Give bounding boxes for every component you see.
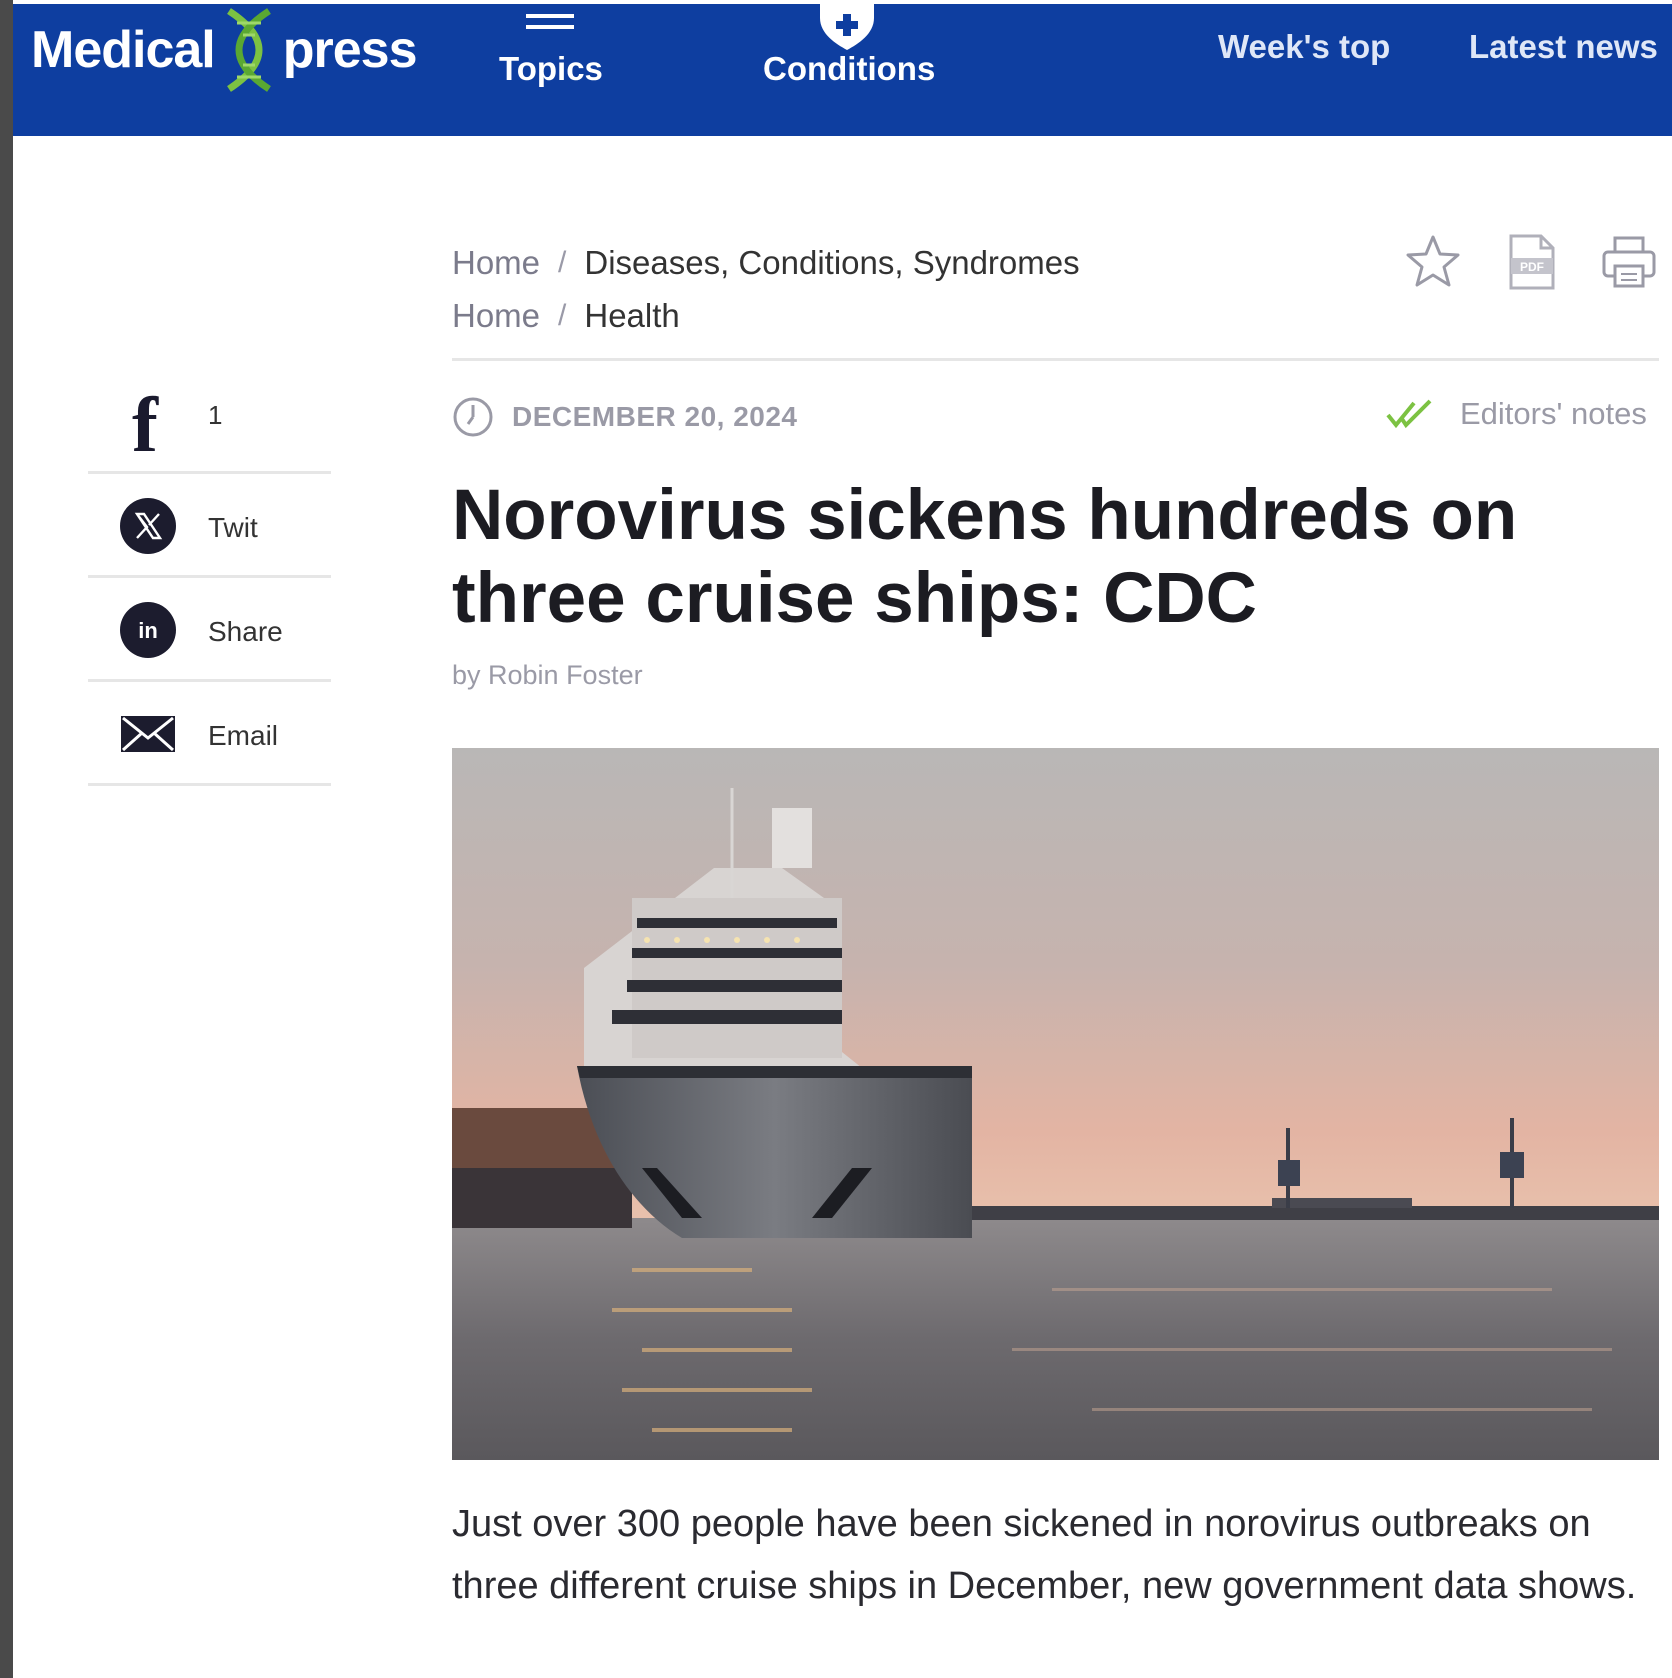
social-share-panel: f 1 Twit in Share Email: [88, 370, 331, 786]
svg-text:in: in: [138, 618, 158, 643]
twitter-share[interactable]: Twit: [88, 474, 331, 578]
pdf-icon-text: PDF: [1520, 260, 1544, 274]
star-icon[interactable]: [1403, 232, 1463, 292]
header-divider: [452, 358, 1659, 361]
breadcrumb-home-link[interactable]: Home: [452, 297, 540, 335]
linkedin-icon: in: [120, 602, 176, 658]
logo-text-right: press: [282, 21, 418, 79]
clock-icon: [453, 397, 493, 437]
breadcrumb-row: Home / Health: [452, 289, 1080, 342]
nav-weeks-top[interactable]: Week's top: [1218, 28, 1390, 66]
breadcrumb: Home / Diseases, Conditions, Syndromes H…: [452, 236, 1080, 342]
hero-photo[interactable]: [452, 748, 1659, 1460]
double-check-icon: [1386, 399, 1432, 429]
article-lead-paragraph: Just over 300 people have been sickened …: [452, 1503, 1637, 1607]
article-date: DECEMBER 20, 2024: [452, 396, 798, 438]
facebook-count: 1: [208, 400, 223, 430]
breadcrumb-separator: /: [558, 245, 567, 279]
breadcrumb-category-link[interactable]: Diseases, Conditions, Syndromes: [584, 244, 1079, 282]
twitter-label: Twit: [208, 512, 258, 543]
cruise-ship-image: [452, 748, 1659, 1460]
print-icon[interactable]: [1599, 232, 1659, 292]
breadcrumb-category-link[interactable]: Health: [584, 297, 679, 335]
pdf-icon[interactable]: PDF: [1501, 232, 1561, 292]
article-tools: PDF: [1403, 232, 1659, 292]
menu-icon[interactable]: [526, 12, 574, 38]
linkedin-share[interactable]: in Share: [88, 578, 331, 682]
facebook-icon: f: [132, 381, 158, 468]
breadcrumb-row: Home / Diseases, Conditions, Syndromes: [452, 236, 1080, 289]
article-title: Norovirus sickens hundreds on three crui…: [452, 476, 1518, 638]
site-header: Medical press Topics Conditions Week's t…: [13, 4, 1672, 136]
linkedin-label: Share: [208, 616, 283, 647]
article-byline: by Robin Foster: [452, 660, 643, 690]
editors-notes[interactable]: Editors' notes: [1386, 396, 1647, 432]
email-share[interactable]: Email: [88, 682, 331, 786]
mail-icon: [121, 716, 175, 752]
editors-notes-label: Editors' notes: [1460, 396, 1647, 431]
site-logo[interactable]: Medical press: [31, 8, 418, 92]
page: Medical press Topics Conditions Week's t…: [13, 0, 1672, 1678]
medical-cross-icon[interactable]: [818, 4, 876, 50]
x-icon: [120, 498, 176, 554]
dna-icon: [226, 8, 271, 92]
nav-topics[interactable]: Topics: [499, 50, 603, 88]
breadcrumb-home-link[interactable]: Home: [452, 244, 540, 282]
nav-conditions[interactable]: Conditions: [763, 50, 935, 88]
nav-latest-news[interactable]: Latest news: [1469, 28, 1658, 66]
date-text: DECEMBER 20, 2024: [512, 401, 798, 432]
facebook-share[interactable]: f 1: [88, 370, 331, 474]
breadcrumb-separator: /: [558, 298, 567, 332]
logo-text-left: Medical: [31, 21, 216, 79]
email-label: Email: [208, 720, 279, 751]
